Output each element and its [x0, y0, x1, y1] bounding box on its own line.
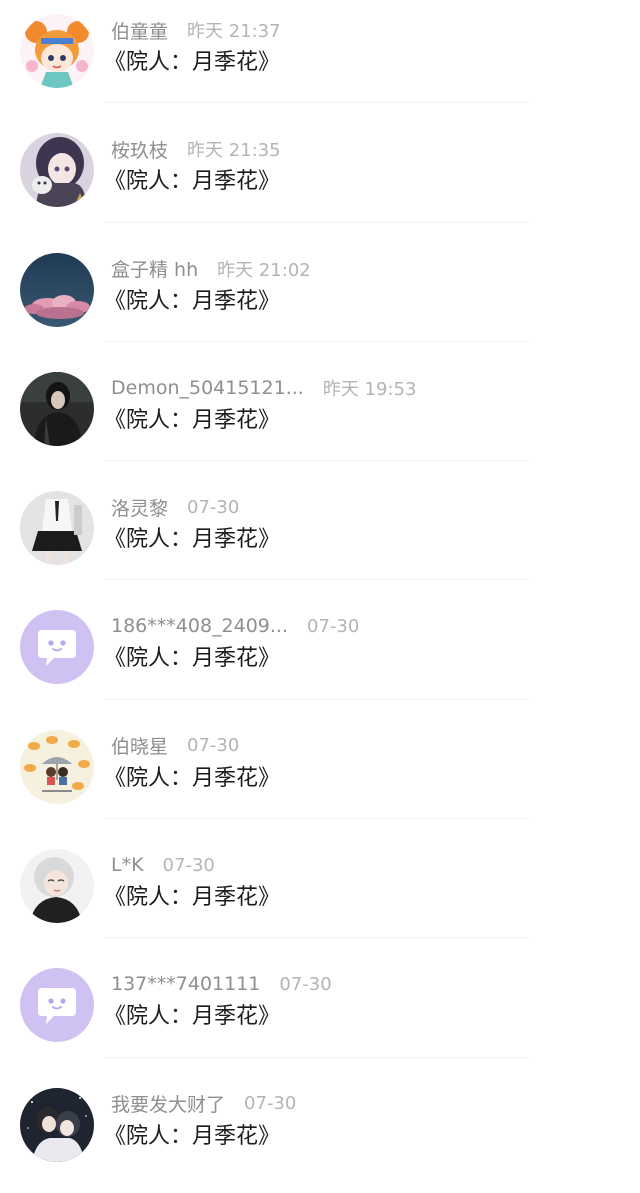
username[interactable]: Demon_50415121...: [111, 377, 304, 399]
timestamp: 07-30: [307, 615, 360, 637]
comment-item[interactable]: 137***7401111 07-30 《院人：月季花》: [0, 954, 640, 1073]
username[interactable]: 洛灵黎: [111, 494, 168, 521]
comment-meta: Demon_50415121... 昨天 19:53: [111, 374, 416, 402]
comment-item[interactable]: L*K 07-30 《院人：月季花》: [0, 835, 640, 954]
comment-text: 《院人：月季花》: [104, 527, 281, 553]
comment-meta: 盒子精 hh 昨天 21:02: [111, 255, 311, 283]
username[interactable]: L*K: [111, 854, 144, 876]
username[interactable]: 伯童童: [111, 17, 168, 44]
username[interactable]: 盒子精 hh: [111, 255, 198, 282]
comment-item[interactable]: 伯童童 昨天 21:37 《院人：月季花》: [0, 0, 640, 119]
divider: [104, 937, 530, 939]
comment-text: 《院人：月季花》: [104, 407, 281, 433]
default-chat-bubble-avatar-icon[interactable]: [20, 968, 94, 1043]
timestamp: 07-30: [279, 973, 332, 995]
comment-meta: 137***7401111 07-30: [111, 970, 332, 998]
divider: [104, 1056, 530, 1058]
dark-photo-person-avatar-icon[interactable]: [20, 371, 94, 446]
divider: [104, 460, 530, 462]
comment-item[interactable]: 我要发大财了 07-30 《院人：月季花》: [0, 1074, 640, 1193]
timestamp: 昨天 21:02: [217, 259, 311, 281]
comment-text: 《院人：月季花》: [104, 646, 281, 672]
comment-meta: 桉玖枝 昨天 21:35: [111, 135, 281, 163]
girl-school-uniform-avatar-icon[interactable]: [20, 491, 94, 566]
username[interactable]: 137***7401111: [111, 973, 260, 995]
timestamp: 昨天 19:53: [322, 378, 417, 400]
comment-meta: 186***408_2409... 07-30: [111, 612, 359, 640]
comment-meta: 伯晓星 07-30: [111, 732, 239, 760]
pink-clouds-sky-avatar-icon[interactable]: [20, 252, 94, 327]
timestamp: 07-30: [244, 1093, 297, 1115]
anime-girl-orange-hair-avatar-icon[interactable]: [20, 14, 94, 88]
comment-item[interactable]: 186***408_2409... 07-30 《院人：月季花》: [0, 596, 640, 715]
comment-meta: 伯童童 昨天 21:37: [111, 16, 281, 44]
anime-couple-dark-avatar-icon[interactable]: [20, 1087, 94, 1162]
timestamp: 07-30: [162, 854, 215, 876]
comment-item[interactable]: 洛灵黎 07-30 《院人：月季花》: [0, 477, 640, 596]
username[interactable]: 我要发大财了: [111, 1090, 225, 1117]
comment-text: 《院人：月季花》: [104, 50, 281, 75]
comment-item[interactable]: 伯晓星 07-30 《院人：月季花》: [0, 716, 640, 835]
timestamp: 07-30: [187, 496, 240, 518]
username[interactable]: 186***408_2409...: [111, 615, 288, 637]
divider: [104, 579, 530, 581]
divider: [104, 818, 530, 820]
default-chat-bubble-avatar-icon[interactable]: [20, 610, 94, 685]
comment-text: 《院人：月季花》: [104, 1123, 281, 1149]
comment-item[interactable]: 盒子精 hh 昨天 21:02 《院人：月季花》: [0, 239, 640, 358]
divider: [104, 340, 530, 342]
timestamp: 07-30: [187, 735, 240, 757]
anime-girl-with-cat-avatar-icon[interactable]: [20, 133, 94, 208]
timestamp: 昨天 21:35: [187, 140, 281, 162]
divider: [104, 221, 530, 223]
comment-meta: 洛灵黎 07-30: [111, 493, 239, 521]
comment-text: 《院人：月季花》: [104, 288, 281, 314]
comment-text: 《院人：月季花》: [104, 885, 281, 911]
username[interactable]: 桉玖枝: [111, 136, 168, 163]
comment-list: 伯童童 昨天 21:37 《院人：月季花》 桉玖枝 昨天 21:35 《院人：月…: [0, 0, 640, 1166]
cartoon-couple-umbrella-avatar-icon[interactable]: [20, 729, 94, 804]
comment-text: 《院人：月季花》: [104, 1004, 281, 1030]
timestamp: 昨天 21:37: [187, 21, 281, 42]
comment-text: 《院人：月季花》: [104, 765, 281, 791]
comment-item[interactable]: Demon_50415121... 昨天 19:53 《院人：月季花》: [0, 358, 640, 477]
comment-meta: 我要发大财了 07-30: [111, 1090, 296, 1118]
username[interactable]: 伯晓星: [111, 732, 168, 759]
comment-text: 《院人：月季花》: [104, 169, 281, 195]
divider: [104, 698, 530, 700]
divider: [104, 102, 530, 104]
comment-meta: L*K 07-30: [111, 851, 215, 879]
anime-boy-white-hair-avatar-icon[interactable]: [20, 849, 94, 924]
comment-item[interactable]: 桉玖枝 昨天 21:35 《院人：月季花》: [0, 119, 640, 238]
